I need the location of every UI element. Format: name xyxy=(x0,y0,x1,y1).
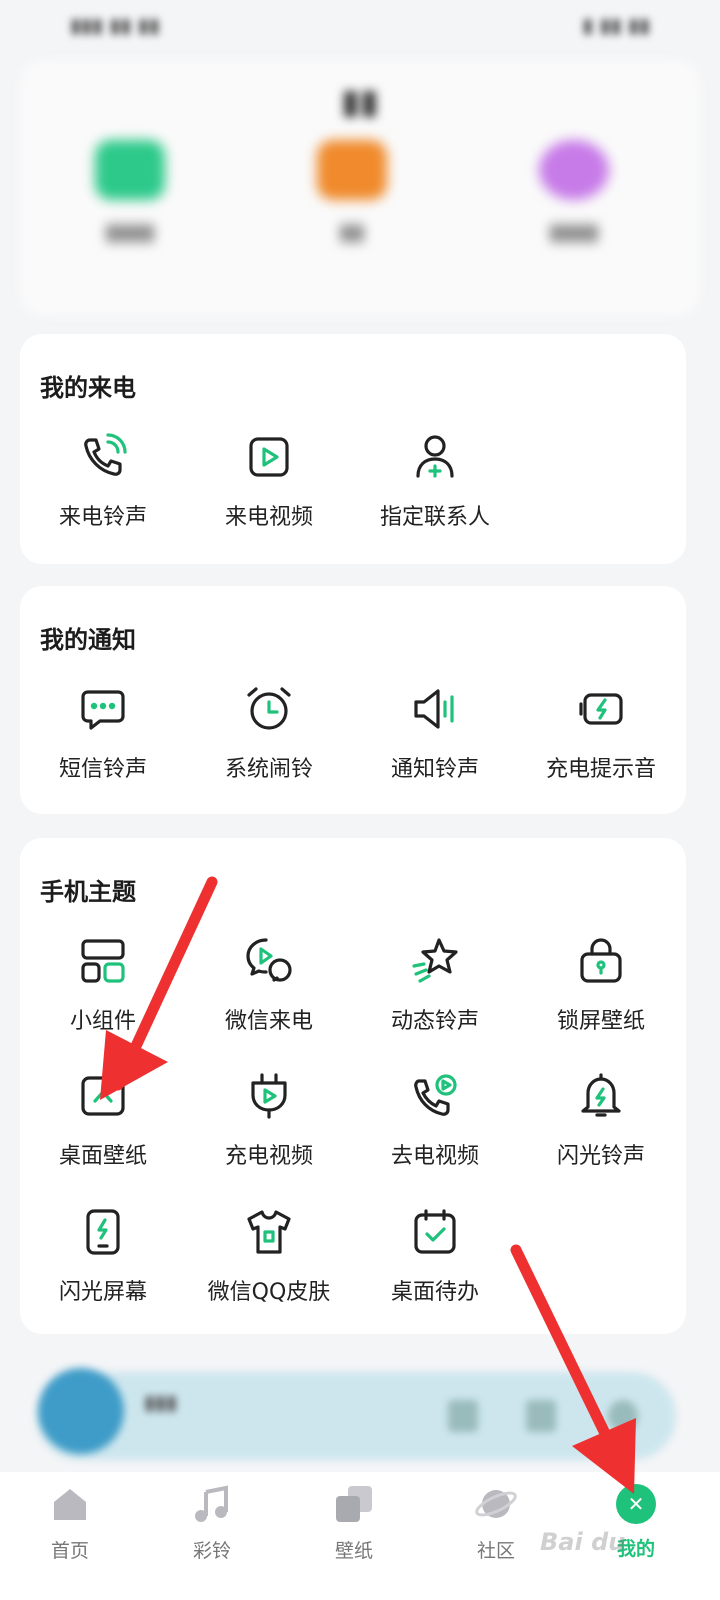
grid-item-label: 短信铃声 xyxy=(58,757,147,782)
grid-item-desktop-todo[interactable]: 桌面待办 xyxy=(352,1207,518,1306)
phone-theme-section: 手机主题 小组件 微信来电 动态铃声 锁屏壁纸 桌面壁纸 充电视频 去电视频 闪… xyxy=(20,838,686,1334)
charger-plug-icon xyxy=(251,1073,287,1119)
playlist-icon[interactable] xyxy=(608,1400,638,1432)
grid-item-notify-ringtone[interactable]: 通知铃声 xyxy=(352,684,518,783)
grid-item-ringtone[interactable]: 来电铃声 xyxy=(20,432,186,531)
grid-item-wechat-call[interactable]: 微信来电 xyxy=(186,936,352,1035)
section-title: 我的来电 xyxy=(40,374,136,402)
page-title: ▮▮ xyxy=(341,82,379,122)
tshirt-icon xyxy=(247,1210,291,1254)
next-icon[interactable] xyxy=(526,1400,556,1432)
home-icon xyxy=(54,1489,86,1520)
profile-icon: ✕ xyxy=(616,1484,656,1524)
grid-item-label: 通知铃声 xyxy=(390,757,479,782)
grid-item-label: 桌面壁纸 xyxy=(58,1144,147,1169)
wallpaper-stack-icon xyxy=(336,1486,372,1522)
nav-label: 彩铃 xyxy=(192,1540,231,1562)
phone-ring-icon xyxy=(84,433,127,476)
nav-label: 首页 xyxy=(50,1540,89,1562)
quick-actions-row: ▮▮▮▮ ▮▮ ▮▮▮▮ xyxy=(0,140,720,290)
notification-section: 我的通知 短信铃声 系统闹铃 通知铃声 充电提示音 xyxy=(20,586,686,814)
bell-flash-icon xyxy=(581,1073,621,1117)
grid-item-charge-sound[interactable]: 充电提示音 xyxy=(518,684,684,783)
grid-item-wechat-qq-skin[interactable]: 微信QQ皮肤 xyxy=(186,1207,352,1306)
grid-item-outgoing-video[interactable]: 去电视频 xyxy=(352,1071,518,1170)
carrier-info: ▮▮▮ ▮▮ ▮▮ xyxy=(70,13,160,37)
contact-add-icon xyxy=(416,435,454,478)
section-title: 我的通知 xyxy=(40,626,136,654)
grid-item-label: 来电铃声 xyxy=(58,505,147,530)
planet-icon xyxy=(475,1490,517,1518)
grid-item-charge-video[interactable]: 充电视频 xyxy=(186,1071,352,1170)
grid-item-label: 动态铃声 xyxy=(390,1009,479,1034)
grid-item-alarm[interactable]: 系统闹铃 xyxy=(186,684,352,783)
speaker-icon xyxy=(414,689,454,729)
album-art xyxy=(38,1368,124,1454)
grid-item-label: 充电视频 xyxy=(224,1144,313,1169)
mini-player[interactable]: ▮▮▮ xyxy=(36,1368,676,1460)
phone-flash-icon xyxy=(86,1209,120,1255)
battery-time: ▮ ▮▮ ▮▮ xyxy=(582,13,650,37)
grid-item-sms-ringtone[interactable]: 短信铃声 xyxy=(20,684,186,783)
grid-item-label: 来电视频 xyxy=(224,505,313,530)
grid-item-label: 桌面待办 xyxy=(390,1280,479,1305)
grid-item-call-video[interactable]: 来电视频 xyxy=(186,432,352,531)
grid-item-label: 系统闹铃 xyxy=(224,757,313,782)
grid-item-label: 锁屏壁纸 xyxy=(556,1009,645,1034)
grid-item-label: 充电提示音 xyxy=(545,757,656,782)
video-play-icon xyxy=(249,437,289,477)
grid-item-flash-screen[interactable]: 闪光屏幕 xyxy=(20,1207,186,1306)
grid-item-dynamic-ringtone[interactable]: 动态铃声 xyxy=(352,936,518,1035)
quick-action-3[interactable]: ▮▮▮▮ xyxy=(494,140,654,245)
wallpaper-icon xyxy=(81,1076,125,1116)
quick-action-2[interactable]: ▮▮ xyxy=(272,140,432,245)
nav-label: 壁纸 xyxy=(334,1540,373,1562)
grid-item-label: 闪光屏幕 xyxy=(58,1280,147,1305)
grid-item-contact[interactable]: 指定联系人 xyxy=(352,432,518,531)
section-title: 手机主题 xyxy=(40,878,136,906)
status-bar: ▮▮▮ ▮▮ ▮▮ ▮ ▮▮ ▮▮ xyxy=(0,0,720,50)
outgoing-call-video-icon xyxy=(414,1074,457,1116)
grid-item-widget[interactable]: 小组件 xyxy=(20,936,186,1035)
music-note-icon xyxy=(195,1485,228,1522)
grid-item-label: 微信QQ皮肤 xyxy=(207,1280,331,1305)
alarm-clock-icon xyxy=(247,687,291,730)
star-motion-icon xyxy=(412,938,458,983)
play-icon[interactable] xyxy=(448,1400,478,1432)
lock-icon xyxy=(580,938,622,983)
widget-icon xyxy=(81,939,125,983)
quick-action-1[interactable]: ▮▮▮▮ xyxy=(50,140,210,245)
grid-item-label: 去电视频 xyxy=(390,1144,479,1169)
battery-charge-icon xyxy=(579,693,623,725)
grid-item-label: 指定联系人 xyxy=(379,505,490,530)
incoming-call-section: 我的来电 来电铃声 来电视频 指定联系人 xyxy=(20,334,686,564)
grid-item-desktop-wallpaper[interactable]: 桌面壁纸 xyxy=(20,1071,186,1170)
grid-item-label: 小组件 xyxy=(69,1009,136,1034)
watermark: Bai du xyxy=(540,1528,626,1556)
song-title: ▮▮▮ xyxy=(144,1390,178,1414)
nav-item-home[interactable]: 首页 xyxy=(0,1482,140,1563)
nav-item-wallpaper[interactable]: 壁纸 xyxy=(284,1482,424,1563)
grid-item-label: 闪光铃声 xyxy=(556,1144,645,1169)
wechat-call-icon xyxy=(246,938,292,982)
calendar-check-icon xyxy=(414,1209,456,1254)
message-icon xyxy=(81,690,125,730)
grid-item-flash-ringtone[interactable]: 闪光铃声 xyxy=(518,1071,684,1170)
nav-item-ringback[interactable]: 彩铃 xyxy=(142,1482,282,1563)
grid-item-lockscreen-wallpaper[interactable]: 锁屏壁纸 xyxy=(518,936,684,1035)
grid-item-label: 微信来电 xyxy=(224,1009,313,1034)
